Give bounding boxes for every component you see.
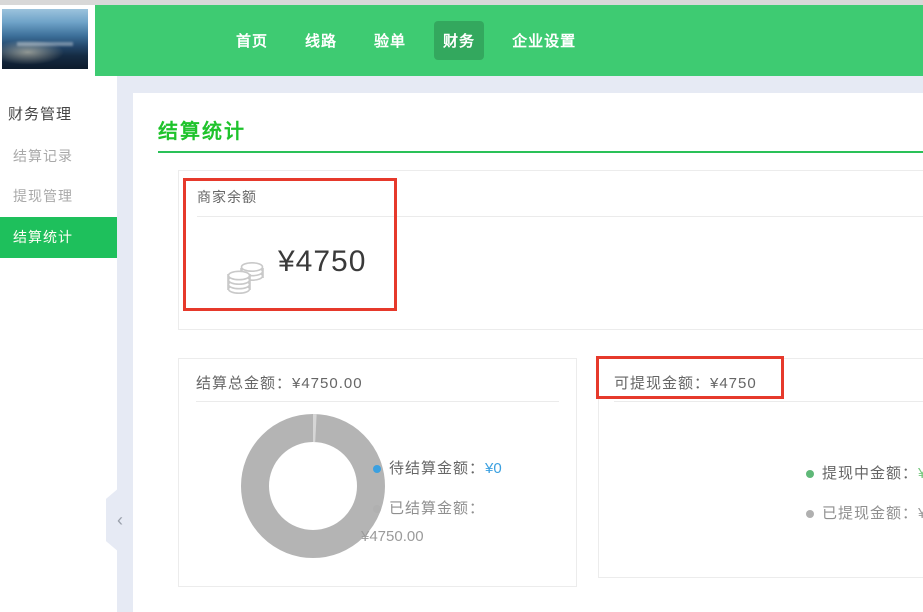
nav-item-routes[interactable]: 线路 (296, 21, 346, 60)
gray-bullet-icon (373, 505, 381, 513)
nav-item-home[interactable]: 首页 (227, 21, 277, 60)
balance-card-divider (197, 216, 923, 217)
app-window: 首页 线路 验单 财务 企业设置 财务管理 结算记录 提现管理 结算统计 结算统… (0, 0, 923, 612)
nav-menu: 首页 线路 验单 财务 企业设置 (227, 5, 585, 76)
page-title: 结算统计 (158, 115, 246, 144)
settlement-card-divider (196, 401, 559, 402)
coins-icon (224, 256, 268, 305)
withdraw-legend: 提现中金额：¥0 已提现金额：¥0 (794, 464, 923, 544)
withdrawable-amount-title: 可提现金额：¥4750 (614, 372, 757, 393)
settled-amount-value: ¥4750.00 (361, 527, 521, 547)
top-navbar: 首页 线路 验单 财务 企业设置 (0, 5, 923, 76)
settlement-total-card: 结算总金额：¥4750.00 待结算金额：¥0 已结算金额： (178, 358, 577, 587)
blue-bullet-icon (373, 465, 381, 473)
merchant-balance-card: 商家余额 (178, 170, 923, 330)
settlement-total-title: 结算总金额：¥4750.00 (196, 372, 363, 393)
legend-item-pending-settlement: 待结算金额：¥0 (361, 459, 521, 479)
legend-item-withdrawn: 已提现金额：¥0 (794, 504, 923, 524)
sidebar-item-settlement-records[interactable]: 结算记录 (13, 146, 73, 166)
nav-item-verify[interactable]: 验单 (365, 21, 415, 60)
withdrawable-amount-card: 可提现金额：¥4750 提现中金额：¥0 已提现金额：¥0 (598, 358, 923, 578)
nav-item-enterprise-settings[interactable]: 企业设置 (503, 21, 585, 60)
merchant-balance-amount: ¥4750 (278, 245, 366, 279)
nav-item-finance[interactable]: 财务 (434, 21, 484, 60)
gray-bullet-icon (806, 510, 814, 518)
logo-container[interactable] (0, 5, 95, 76)
legend-item-settled: 已结算金额： ¥4750.00 (361, 499, 521, 547)
chevron-left-icon[interactable]: ‹ (112, 505, 128, 535)
sidebar-item-withdrawal-management[interactable]: 提现管理 (13, 186, 73, 206)
sidebar: 财务管理 结算记录 提现管理 结算统计 (0, 76, 117, 612)
green-bullet-icon (806, 470, 814, 478)
title-underline (158, 151, 923, 153)
legend-item-withdrawing: 提现中金额：¥0 (794, 464, 923, 484)
main-content-card: 结算统计 商家余额 (133, 93, 923, 612)
withdraw-card-divider (614, 401, 923, 402)
sidebar-item-settlement-statistics[interactable]: 结算统计 (0, 217, 117, 258)
logo-image (2, 9, 88, 69)
merchant-balance-title: 商家余额 (197, 187, 257, 207)
settlement-legend: 待结算金额：¥0 已结算金额： ¥4750.00 (361, 459, 521, 567)
sidebar-group-finance-management: 财务管理 (8, 103, 72, 124)
